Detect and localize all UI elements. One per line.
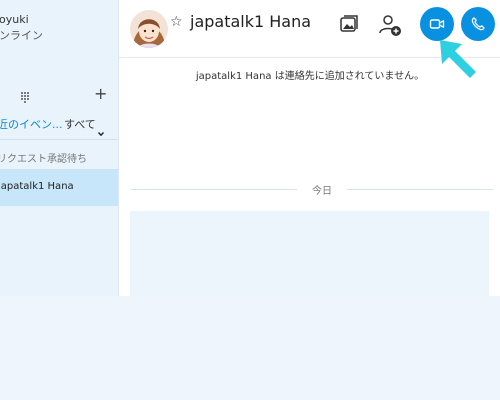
message-area	[130, 211, 489, 296]
plus-icon[interactable]: +	[94, 86, 107, 102]
divider-line	[131, 189, 297, 190]
profile-status[interactable]: ンライン	[0, 27, 43, 43]
pending-requests-label: リクエスト承認待ち	[0, 154, 87, 165]
filter-all-dropdown[interactable]: すべて	[64, 116, 96, 132]
add-person-button[interactable]	[377, 12, 403, 38]
conversation-filter[interactable]: 近のイベン... すべて	[0, 112, 118, 137]
avatar[interactable]	[130, 10, 168, 48]
contact-item-japatalk1-hana[interactable]: japatalk1 Hana	[0, 170, 118, 206]
dialpad-icon[interactable]	[20, 88, 30, 103]
star-outline-icon[interactable]: ☆	[170, 15, 183, 29]
filter-recent-events[interactable]: 近のイベン...	[0, 116, 63, 132]
contact-item-label: japatalk1 Hana	[0, 181, 74, 192]
add-person-icon	[377, 15, 403, 42]
profile-name[interactable]: oyuki	[0, 13, 29, 26]
divider-line	[347, 189, 493, 190]
contact-title: japatalk1 Hana	[190, 12, 312, 31]
gallery-button[interactable]	[337, 12, 361, 36]
divider	[0, 139, 118, 140]
chevron-down-icon[interactable]	[97, 121, 105, 137]
sidebar: oyuki ンライン + 近のイベン... すべて リクエスト承認待ち japa…	[0, 0, 118, 296]
date-divider: 今日	[131, 182, 493, 197]
date-label: 今日	[312, 186, 332, 197]
gallery-icon	[337, 15, 361, 40]
pointer-arrow-icon	[436, 36, 480, 80]
